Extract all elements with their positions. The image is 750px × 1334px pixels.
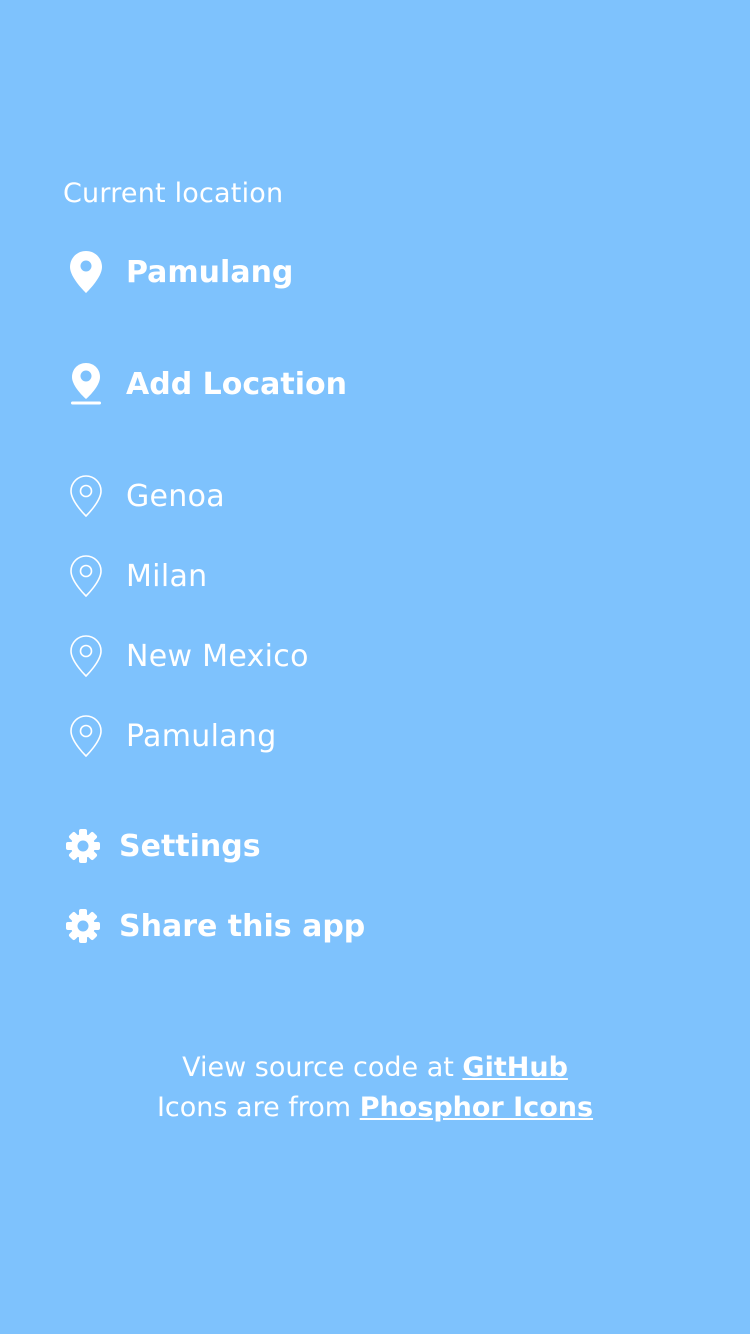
footer-credits: View source code at GitHub Icons are fro… <box>0 1048 750 1128</box>
map-pin-line-fill-icon <box>64 362 108 406</box>
map-pin-outline-icon <box>64 474 108 518</box>
source-code-line: View source code at GitHub <box>0 1048 750 1088</box>
add-location-button[interactable]: Add Location <box>64 362 347 406</box>
map-pin-outline-icon <box>64 714 108 758</box>
saved-location-item[interactable]: New Mexico <box>64 634 309 678</box>
saved-location-item[interactable]: Genoa <box>64 474 225 518</box>
saved-location-label: Pamulang <box>126 718 277 754</box>
icons-credit-line: Icons are from Phosphor Icons <box>0 1088 750 1128</box>
source-code-prefix: View source code at <box>182 1052 463 1083</box>
settings-button[interactable]: Settings <box>64 824 261 868</box>
gear-icon <box>64 904 102 948</box>
share-app-button[interactable]: Share this app <box>64 904 365 948</box>
current-location-item[interactable]: Pamulang <box>64 250 293 294</box>
add-location-label: Add Location <box>126 366 347 402</box>
navigation-drawer: Current location Pamulang Add Location G… <box>0 0 750 1334</box>
share-app-label: Share this app <box>119 908 366 944</box>
settings-label: Settings <box>119 828 261 864</box>
current-location-heading: Current location <box>63 178 284 209</box>
map-pin-fill-icon <box>64 250 108 294</box>
icons-credit-prefix: Icons are from <box>156 1092 360 1123</box>
map-pin-outline-icon <box>64 634 108 678</box>
saved-location-label: New Mexico <box>126 638 309 674</box>
gear-icon <box>64 824 102 868</box>
saved-location-label: Milan <box>126 558 208 594</box>
map-pin-outline-icon <box>64 554 108 598</box>
saved-location-item[interactable]: Pamulang <box>64 714 277 758</box>
github-link[interactable]: GitHub <box>462 1052 567 1083</box>
saved-location-label: Genoa <box>126 478 225 514</box>
saved-location-item[interactable]: Milan <box>64 554 207 598</box>
phosphor-icons-link[interactable]: Phosphor Icons <box>360 1092 593 1123</box>
current-location-name: Pamulang <box>126 254 294 290</box>
